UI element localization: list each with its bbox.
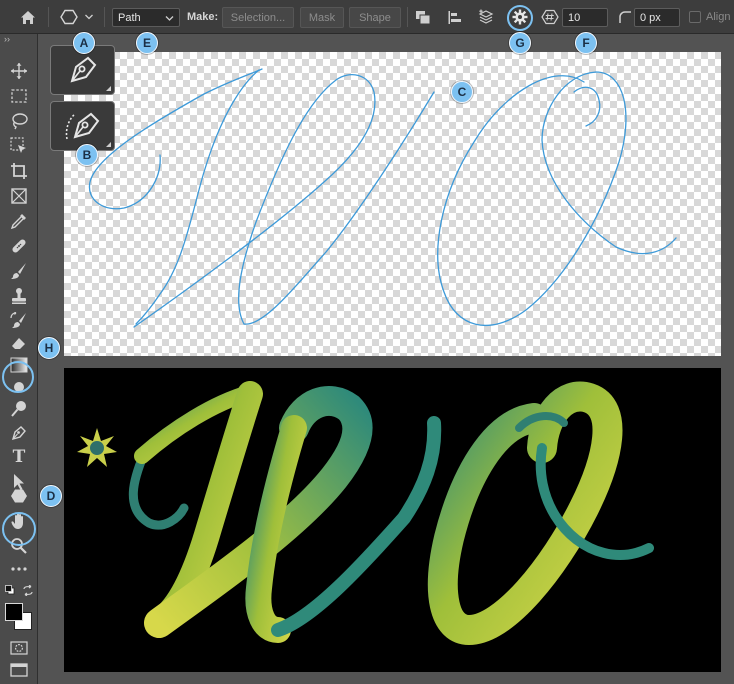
make-selection-button[interactable]: Selection... — [222, 7, 294, 28]
gradient-tool-highlight-ring — [2, 361, 34, 393]
popup-corner-indicator — [106, 142, 111, 147]
object-selection-tool[interactable] — [5, 135, 33, 157]
callout-b: B — [76, 144, 98, 166]
curvature-pen-tool-popup[interactable] — [50, 101, 115, 151]
history-brush-icon — [10, 312, 26, 328]
clone-stamp-tool[interactable] — [5, 285, 33, 307]
number-of-sides-icon — [541, 9, 559, 25]
tool-mode-select[interactable]: Path — [112, 8, 180, 27]
history-brush-tool[interactable] — [5, 310, 33, 332]
brush-icon — [11, 263, 26, 279]
swap-colors-button[interactable] — [22, 584, 34, 597]
foreground-color-swatch[interactable] — [5, 603, 23, 621]
canvas-ribbon-artboard[interactable] — [64, 368, 721, 672]
crop-tool[interactable] — [5, 160, 33, 182]
path-alignment-button[interactable] — [444, 8, 466, 26]
chevron-down-icon — [85, 14, 93, 20]
move-tool[interactable] — [5, 60, 33, 82]
wo-path-outlines — [88, 68, 677, 328]
corner-radius-input[interactable]: 0 px — [634, 8, 680, 27]
panel-collapse-toggle[interactable]: ›› — [4, 34, 10, 44]
eraser-icon — [12, 338, 25, 349]
more-dots-icon — [11, 567, 27, 571]
default-colors-button[interactable] — [5, 585, 15, 595]
popup-corner-indicator — [106, 86, 111, 91]
pen-icon — [11, 426, 26, 441]
eyedropper-icon — [10, 214, 26, 230]
default-colors-icon — [5, 585, 15, 595]
frame-icon — [11, 188, 27, 204]
marquee-icon — [11, 89, 27, 103]
callout-g: G — [509, 32, 531, 54]
callout-c: C — [451, 81, 473, 103]
options-bar: Path Make: Selection... Mask Shape 10 0 … — [0, 0, 734, 34]
path-arrangement-button[interactable] — [476, 8, 498, 26]
home-icon — [21, 10, 35, 24]
dodge-tool[interactable] — [5, 398, 33, 420]
starburst-shape — [77, 428, 117, 467]
make-shape-button[interactable]: Shape — [349, 7, 401, 28]
path-operations-button[interactable] — [412, 8, 434, 26]
spot-healing-brush-tool[interactable] — [5, 235, 33, 257]
number-of-sides-input[interactable]: 10 — [562, 8, 608, 27]
corner-radius-icon — [619, 11, 631, 23]
edit-toolbar-button[interactable] — [5, 558, 33, 580]
make-label: Make: — [187, 11, 219, 23]
number-of-sides-icon-wrap — [539, 8, 561, 26]
crop-icon — [11, 163, 27, 179]
frame-tool[interactable] — [5, 185, 33, 207]
canvas-transparent-artboard[interactable] — [64, 52, 721, 356]
pen-tool[interactable] — [5, 422, 33, 444]
quick-mask-icon — [10, 641, 28, 655]
path-arrangement-icon — [478, 9, 494, 24]
callout-f: F — [575, 32, 597, 54]
lasso-tool[interactable] — [5, 110, 33, 132]
polygon-tool-icon — [60, 9, 78, 25]
callout-a: A — [73, 32, 95, 54]
callout-e: E — [136, 32, 158, 54]
chevron-down-icon — [165, 16, 174, 21]
eraser-tool[interactable] — [5, 332, 33, 354]
separator — [407, 7, 408, 27]
object-selection-icon — [10, 137, 26, 153]
tool-preset-picker[interactable] — [56, 7, 98, 27]
separator — [104, 7, 105, 27]
tool-mode-value: Path — [118, 11, 141, 24]
gear-highlight-ring — [507, 5, 533, 31]
swap-arrows-icon — [23, 584, 33, 597]
eyedropper-tool[interactable] — [5, 210, 33, 232]
screen-mode-icon — [10, 663, 28, 677]
type-icon: T — [12, 447, 26, 467]
polygon-tool[interactable] — [5, 485, 33, 507]
separator — [48, 7, 49, 27]
align-edges-checkbox[interactable] — [689, 11, 701, 23]
dodge-icon — [11, 401, 26, 417]
bandage-icon — [12, 239, 26, 253]
quick-mask-button[interactable] — [5, 637, 33, 659]
stamp-icon — [12, 288, 26, 304]
callout-h: H — [38, 337, 60, 359]
path-operations-icon — [416, 10, 431, 24]
polygon-tool-highlight-ring — [2, 512, 36, 546]
type-tool[interactable]: T — [5, 446, 33, 468]
make-mask-button[interactable]: Mask — [300, 7, 344, 28]
rectangular-marquee-tool[interactable] — [5, 85, 33, 107]
polygon-icon — [11, 489, 27, 503]
path-alignment-icon — [448, 10, 461, 24]
corner-radius-icon-wrap — [616, 8, 634, 26]
curvature-pen-icon — [65, 112, 99, 140]
pen-nib-icon — [70, 56, 96, 83]
tools-panel: ›› T — [0, 34, 38, 684]
lasso-icon — [12, 113, 28, 130]
align-edges-label: Align — [706, 11, 731, 23]
callout-d: D — [40, 485, 62, 507]
screen-mode-button[interactable] — [5, 659, 33, 681]
home-button[interactable] — [17, 8, 39, 26]
wo-ribbon-artwork — [77, 381, 654, 646]
brush-tool[interactable] — [5, 260, 33, 282]
move-icon — [11, 63, 27, 79]
